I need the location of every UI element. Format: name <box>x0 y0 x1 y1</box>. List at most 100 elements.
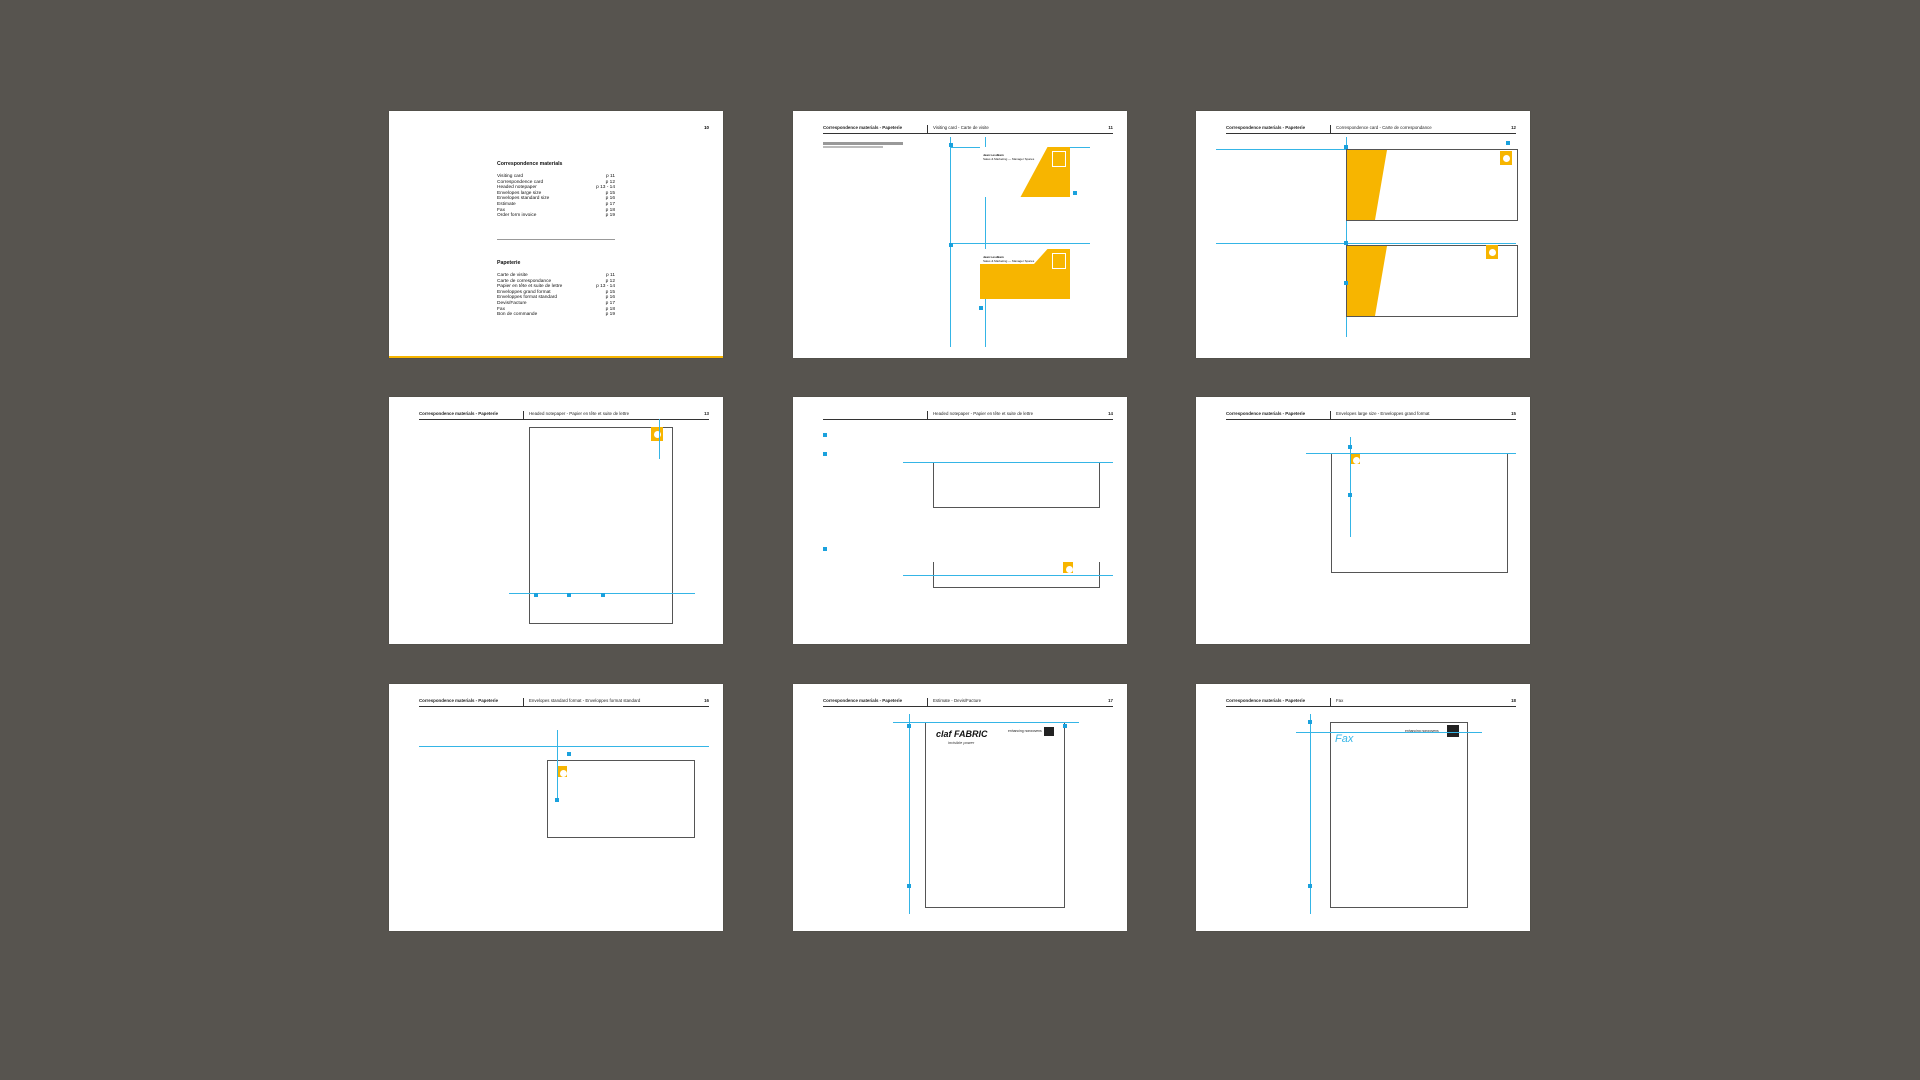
section-title: Correspondence materials - Papeterie <box>1226 698 1306 703</box>
page-title: Headed notepaper - Papier en tête et sui… <box>529 411 630 416</box>
section-title: Correspondence materials - Papeterie <box>1226 125 1306 130</box>
toc-title: Correspondence materials <box>497 161 563 167</box>
header-divider <box>1330 125 1331 133</box>
logo-badge-icon <box>1063 562 1073 573</box>
toc-french: Papeterie Carte de visite p 11 Carte de co… <box>497 260 615 318</box>
marker-icon <box>823 452 827 456</box>
logo-badge-icon <box>651 427 663 441</box>
section-title: Correspondence materials - Papeterie <box>823 698 903 703</box>
bottom-rule <box>389 356 723 358</box>
marker-icon <box>567 593 571 597</box>
marker-icon <box>534 593 538 597</box>
guide <box>903 462 1113 463</box>
page-header: Correspondence materials - Papeterie Env… <box>1226 411 1516 420</box>
logo-badge-icon <box>1044 727 1054 736</box>
logo-badge-icon <box>557 766 567 777</box>
toc-entry: Bon de commande p 19 <box>497 312 615 318</box>
marker-icon <box>949 243 953 247</box>
marker-icon <box>1308 884 1312 888</box>
header-divider <box>1330 698 1331 706</box>
brand-logo: claf FABRIC <box>936 729 988 739</box>
marker-icon <box>1308 720 1312 724</box>
toc-entry-label: Order form invoice <box>497 213 537 219</box>
logo-badge-icon <box>1486 245 1498 259</box>
page-14-notepaper-continuation: Headed notepaper - Papier en tête et sui… <box>793 397 1127 644</box>
fax-document: Fax enhancing nonwovens <box>1330 722 1468 908</box>
page-header: Correspondence materials - Papeterie Vis… <box>823 125 1113 134</box>
logo-badge-icon <box>1052 151 1066 167</box>
guide <box>950 137 951 347</box>
correspondence-card-front <box>1346 149 1518 221</box>
header-divider <box>927 411 928 419</box>
page-number: 17 <box>1108 698 1113 703</box>
estimate-document: claf FABRIC invisible power enhancing no… <box>925 722 1065 908</box>
page-header: Correspondence materials - Papeterie Fax… <box>1226 698 1516 707</box>
guide <box>419 746 709 747</box>
marker-icon <box>1344 241 1348 245</box>
marker-icon <box>823 547 827 551</box>
toc-english: Correspondence materials Visiting card p … <box>497 161 615 219</box>
toc-entry: Order form invoice p 19 <box>497 213 615 219</box>
guide <box>893 722 1079 723</box>
page-15-envelopes-large: Correspondence materials - Papeterie Env… <box>1196 397 1530 644</box>
guide <box>659 419 660 459</box>
card-role: Sales & Marketing — Manager Spares <box>983 157 1035 162</box>
page-header: Correspondence materials - Papeterie Est… <box>823 698 1113 707</box>
page-title: Envelopes large size - Enveloppes grand … <box>1336 411 1430 416</box>
header-divider <box>1330 411 1331 419</box>
marker-icon <box>949 143 953 147</box>
brand-logo-sub: invisible power <box>948 740 975 745</box>
card-role: Sales & Marketing — Manager Spares <box>983 259 1035 264</box>
logo-badge-icon <box>1447 725 1459 737</box>
visiting-card-front: Jean Lesdkam Sales & Marketing — Manager… <box>980 147 1070 197</box>
page-title: Headed notepaper - Papier en tête et sui… <box>933 411 1034 416</box>
marker-icon <box>979 306 983 310</box>
page-title: Envelopes standard format - Enveloppes f… <box>529 698 641 703</box>
page-number: 10 <box>704 125 709 130</box>
toc-entry-label: Bon de commande <box>497 312 538 318</box>
page-header: Correspondence materials - Papeterie Hea… <box>419 411 709 420</box>
logo-badge-icon <box>1052 253 1066 269</box>
guide <box>1350 437 1351 537</box>
page-number: 15 <box>1511 411 1516 416</box>
marker-icon <box>567 752 571 756</box>
marker-icon <box>555 798 559 802</box>
header-divider <box>927 698 928 706</box>
marker-icon <box>1348 445 1352 449</box>
card-text: Jean Lesdkam Sales & Marketing — Manager… <box>983 153 1034 162</box>
page-title: Estimate - Devis/Facture <box>933 698 982 703</box>
page-17-estimate: Correspondence materials - Papeterie Est… <box>793 684 1127 931</box>
header-divider <box>927 125 928 133</box>
marker-icon <box>1073 191 1077 195</box>
marker-icon <box>1344 281 1348 285</box>
brand-swoosh <box>1347 150 1387 220</box>
marker-icon <box>601 593 605 597</box>
toc-entry-page: p 19 <box>605 213 615 219</box>
marker-icon <box>1344 145 1348 149</box>
logo-badge-icon <box>1350 453 1360 464</box>
page-13-headed-notepaper: Correspondence materials - Papeterie Hea… <box>389 397 723 644</box>
marker-icon <box>907 884 911 888</box>
guide <box>1306 453 1516 454</box>
section-title: Correspondence materials - Papeterie <box>1226 411 1306 416</box>
tagline: enhancing nonwovens <box>1008 729 1042 733</box>
page-header: Correspondence materials - Papeterie Env… <box>419 698 709 707</box>
guide <box>557 730 558 800</box>
guide <box>903 575 1113 576</box>
envelope-standard <box>547 760 695 838</box>
header-divider <box>523 411 524 419</box>
toc-entry-page: p 19 <box>605 312 615 318</box>
marker-icon <box>1063 724 1067 728</box>
toc-title: Papeterie <box>497 260 521 266</box>
page-10-contents: 10 Correspondence materials Visiting car… <box>389 111 723 358</box>
toc-divider <box>497 239 615 240</box>
fax-word: Fax <box>1335 733 1354 745</box>
page-number: 12 <box>1511 125 1516 130</box>
section-title: Correspondence materials - Papeterie <box>419 411 499 416</box>
page-11-visiting-card: Correspondence materials - Papeterie Vis… <box>793 111 1127 358</box>
page-18-fax: Correspondence materials - Papeterie Fax… <box>1196 684 1530 931</box>
marker-icon <box>1506 141 1510 145</box>
page-title: Visiting card - Carte de visite <box>933 125 989 130</box>
notepaper-detail-top <box>933 462 1100 508</box>
header-divider <box>523 698 524 706</box>
